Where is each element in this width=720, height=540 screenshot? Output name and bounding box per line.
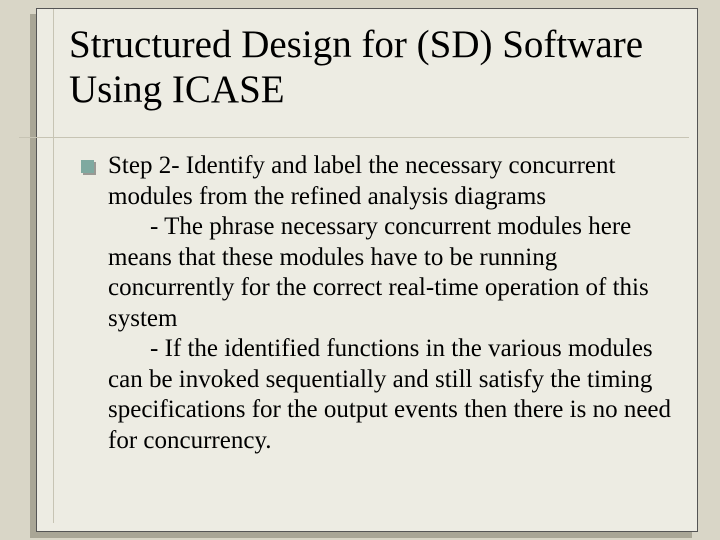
bullet-text-block: Step 2- Identify and label the necessary… [108,151,673,456]
slide-body: Step 2- Identify and label the necessary… [81,151,673,456]
slide-frame: Structured Design for (SD) Software Usin… [36,8,698,532]
bullet-sub-text-1: - The phrase necessary concurrent module… [108,212,673,334]
bullet-item: Step 2- Identify and label the necessary… [81,151,673,456]
bullet-main-text: Step 2- Identify and label the necessary… [108,152,615,210]
horizontal-rule [19,137,689,138]
square-bullet-icon [81,160,94,173]
vertical-rule [53,9,54,523]
bullet-sub-text-2: - If the identified functions in the var… [108,334,673,456]
slide-title: Structured Design for (SD) Software Usin… [37,9,697,119]
